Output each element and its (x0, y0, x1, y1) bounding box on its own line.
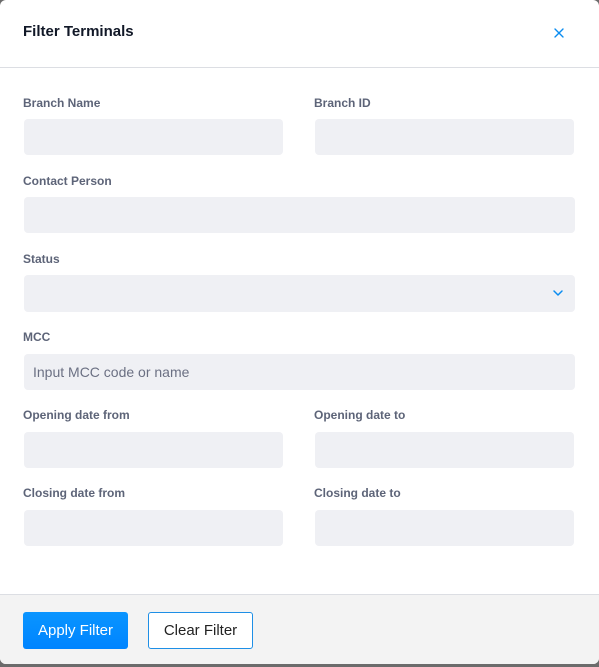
status-select[interactable] (24, 275, 575, 312)
opening-date-to-label: Opening date to (314, 408, 406, 422)
filter-terminals-dialog: Filter Terminals Branch Name Branch ID C… (0, 0, 599, 664)
closing-date-to-input[interactable] (315, 510, 574, 546)
opening-date-from-input[interactable] (24, 432, 283, 468)
closing-date-to-label: Closing date to (314, 486, 401, 500)
dialog-title: Filter Terminals (23, 23, 134, 40)
close-icon (554, 28, 564, 38)
apply-filter-button[interactable]: Apply Filter (23, 612, 128, 649)
branch-id-input[interactable] (315, 119, 574, 155)
closing-date-from-input[interactable] (24, 510, 283, 546)
contact-person-input[interactable] (24, 197, 575, 233)
opening-date-to-input[interactable] (315, 432, 574, 468)
close-button[interactable] (549, 23, 569, 43)
mcc-label: MCC (23, 330, 51, 344)
clear-filter-button[interactable]: Clear Filter (148, 612, 253, 649)
status-label: Status (23, 252, 60, 266)
mcc-input[interactable] (24, 354, 575, 390)
dialog-header: Filter Terminals (0, 0, 599, 68)
opening-date-from-label: Opening date from (23, 408, 130, 422)
branch-id-label: Branch ID (314, 96, 371, 110)
closing-date-from-label: Closing date from (23, 486, 126, 500)
dialog-body: Branch Name Branch ID Contact Person Sta… (0, 68, 599, 594)
branch-name-label: Branch Name (23, 96, 101, 110)
dialog-footer: Apply Filter Clear Filter (0, 594, 599, 664)
chevron-down-icon (553, 290, 563, 296)
branch-name-input[interactable] (24, 119, 283, 155)
contact-person-label: Contact Person (23, 174, 112, 188)
